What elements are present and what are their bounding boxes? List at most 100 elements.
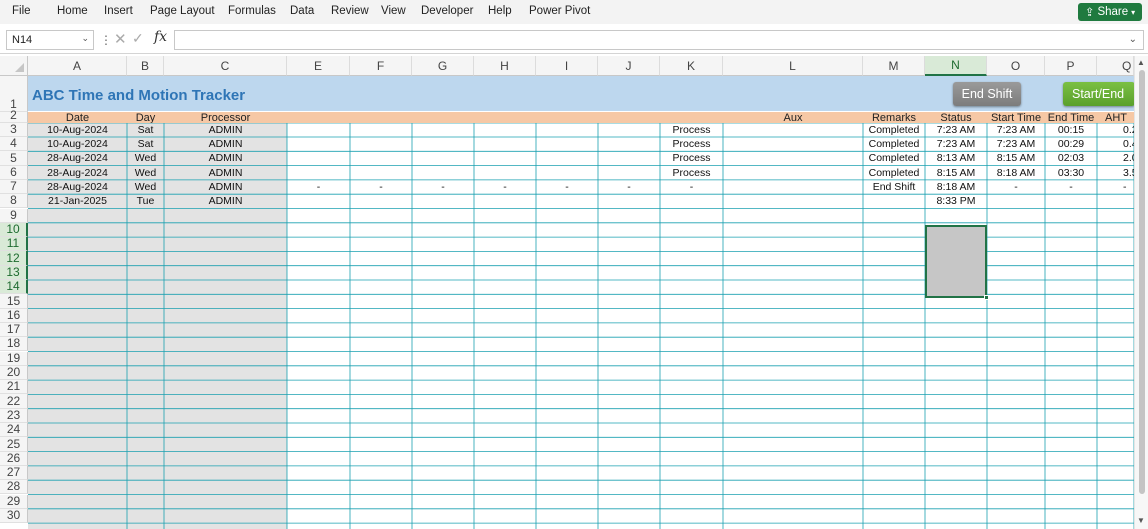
column-header-n[interactable]: N	[925, 56, 987, 76]
header-cell[interactable]	[350, 112, 412, 123]
header-cell[interactable]: Aux	[723, 112, 863, 123]
table-cell-day[interactable]: Wed	[127, 180, 164, 194]
table-cell-f[interactable]	[350, 166, 412, 180]
menu-insert[interactable]: Insert	[104, 5, 133, 17]
column-header-j[interactable]: J	[598, 56, 660, 76]
row-header-27[interactable]: 27	[0, 466, 28, 481]
chevron-down-icon[interactable]: ⌄	[81, 33, 89, 44]
scroll-up-icon[interactable]: ▲	[1137, 58, 1145, 67]
menu-data[interactable]: Data	[290, 5, 314, 17]
header-cell[interactable]: Start Time	[987, 112, 1045, 123]
table-cell-status[interactable]: Completed	[863, 151, 925, 165]
table-cell-date[interactable]: 10-Aug-2024	[28, 123, 127, 137]
menu-page-layout[interactable]: Page Layout	[150, 5, 215, 17]
menu-view[interactable]: View	[381, 5, 406, 17]
column-header-p[interactable]: P	[1045, 56, 1097, 76]
table-cell-end[interactable]: -	[987, 180, 1045, 194]
table-cell-aht[interactable]: 02:03	[1045, 151, 1097, 165]
row-header-19[interactable]: 19	[0, 351, 28, 366]
table-cell-i[interactable]	[536, 194, 598, 208]
column-header-e[interactable]: E	[287, 56, 350, 76]
table-cell-remarks[interactable]	[723, 151, 863, 165]
table-cell-start[interactable]: 8:15 AM	[925, 166, 987, 180]
table-cell-j[interactable]	[598, 166, 660, 180]
menu-formulas[interactable]: Formulas	[228, 5, 276, 17]
table-cell-e[interactable]	[287, 151, 350, 165]
row-header-26[interactable]: 26	[0, 451, 28, 466]
table-cell-end[interactable]: 8:15 AM	[987, 151, 1045, 165]
row-header-1[interactable]: 1	[0, 76, 28, 112]
enter-icon[interactable]: ✓	[132, 30, 144, 47]
column-header-g[interactable]: G	[412, 56, 474, 76]
table-cell-i[interactable]	[536, 166, 598, 180]
table-cell-processor[interactable]: ADMIN	[164, 123, 287, 137]
column-header-a[interactable]: A	[28, 56, 127, 76]
table-cell-h[interactable]	[474, 166, 536, 180]
table-cell-day[interactable]: Wed	[127, 166, 164, 180]
table-cell-day[interactable]: Wed	[127, 151, 164, 165]
table-cell-remarks[interactable]	[723, 194, 863, 208]
table-cell-remarks[interactable]	[723, 123, 863, 137]
table-cell-inmin[interactable]	[1097, 194, 1134, 208]
row-header-29[interactable]: 29	[0, 494, 28, 509]
table-cell-start[interactable]: 7:23 AM	[925, 137, 987, 151]
table-cell-inmin[interactable]: -	[1097, 180, 1134, 194]
row-header-4[interactable]: 4	[0, 137, 28, 152]
table-cell-start[interactable]: 8:33 PM	[925, 194, 987, 208]
row-header-28[interactable]: 28	[0, 480, 28, 495]
row-header-12[interactable]: 12	[0, 251, 28, 266]
table-cell-g[interactable]	[412, 137, 474, 151]
header-cell[interactable]: Processor	[164, 112, 287, 123]
header-cell[interactable]	[598, 112, 660, 123]
expand-formula-icon[interactable]: ⌄	[1129, 34, 1137, 45]
table-cell-date[interactable]: 10-Aug-2024	[28, 137, 127, 151]
column-header-q[interactable]: Q	[1097, 56, 1134, 76]
row-header-16[interactable]: 16	[0, 308, 28, 323]
table-cell-i[interactable]	[536, 123, 598, 137]
table-cell-processor[interactable]: ADMIN	[164, 194, 287, 208]
table-cell-end[interactable]: 7:23 AM	[987, 137, 1045, 151]
table-cell-i[interactable]	[536, 137, 598, 151]
table-cell-e[interactable]	[287, 194, 350, 208]
row-header-30[interactable]: 30	[0, 508, 28, 524]
row-header-15[interactable]: 15	[0, 294, 28, 309]
header-cell[interactable]	[474, 112, 536, 123]
table-cell-f[interactable]	[350, 151, 412, 165]
table-cell-aht[interactable]	[1045, 194, 1097, 208]
menu-power-pivot[interactable]: Power Pivot	[529, 5, 590, 17]
row-header-8[interactable]: 8	[0, 194, 28, 209]
column-header-l[interactable]: L	[723, 56, 863, 76]
table-cell-j[interactable]: -	[598, 180, 660, 194]
cancel-icon[interactable]: ✕	[114, 30, 127, 48]
share-button[interactable]: ⇪ Share ▾	[1078, 3, 1142, 21]
row-header-25[interactable]: 25	[0, 437, 28, 452]
row-header-5[interactable]: 5	[0, 151, 28, 166]
table-cell-g[interactable]	[412, 194, 474, 208]
table-cell-j[interactable]	[598, 123, 660, 137]
table-cell-h[interactable]	[474, 194, 536, 208]
selected-range[interactable]	[925, 225, 987, 298]
table-cell-aux[interactable]: Process	[660, 166, 723, 180]
row-header-18[interactable]: 18	[0, 337, 28, 352]
table-cell-processor[interactable]: ADMIN	[164, 151, 287, 165]
table-cell-h[interactable]	[474, 137, 536, 151]
column-header-k[interactable]: K	[660, 56, 723, 76]
start-end-button[interactable]: Start/End	[1063, 82, 1135, 106]
table-cell-end[interactable]: 7:23 AM	[987, 123, 1045, 137]
table-cell-j[interactable]	[598, 194, 660, 208]
row-header-10[interactable]: 10	[0, 222, 28, 238]
table-cell-f[interactable]	[350, 137, 412, 151]
name-box[interactable]: N14 ⌄	[6, 30, 94, 50]
table-cell-j[interactable]	[598, 151, 660, 165]
row-header-14[interactable]: 14	[0, 280, 28, 295]
vertical-scrollbar[interactable]: ▲ ▼	[1134, 56, 1148, 529]
table-cell-remarks[interactable]	[723, 180, 863, 194]
table-cell-processor[interactable]: ADMIN	[164, 137, 287, 151]
formula-input[interactable]: ⌄	[174, 30, 1144, 50]
table-cell-aht[interactable]: 00:29	[1045, 137, 1097, 151]
insert-function-icon[interactable]: fx	[154, 29, 167, 45]
table-cell-aux[interactable]: Process	[660, 123, 723, 137]
table-cell-aux[interactable]: Process	[660, 137, 723, 151]
header-cell[interactable]: Date	[28, 112, 127, 123]
row-header-23[interactable]: 23	[0, 408, 28, 423]
